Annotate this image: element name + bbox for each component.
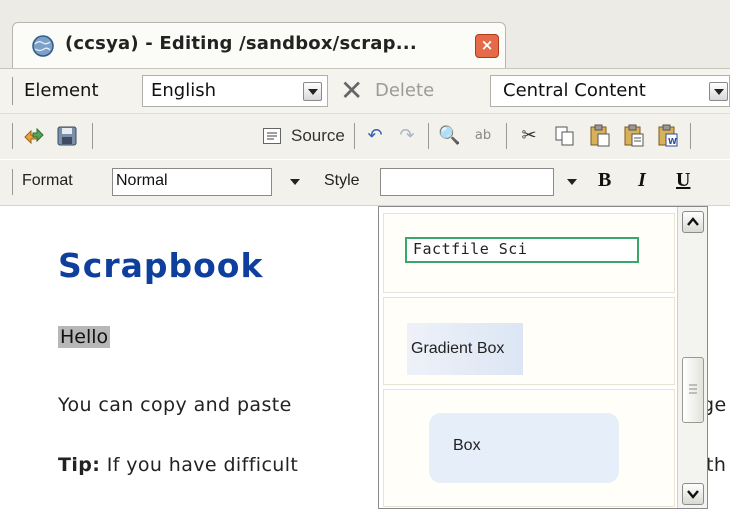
bold-button[interactable]: B (598, 169, 611, 192)
language-select[interactable]: English (142, 75, 328, 107)
italic-button[interactable]: I (638, 169, 646, 192)
toolbar-divider (506, 123, 507, 149)
save-icon[interactable] (56, 125, 78, 147)
tip-paragraph: Tip: If you have difficult (58, 454, 298, 476)
style-dropdown-button[interactable] (562, 168, 582, 196)
chevron-down-icon (567, 179, 577, 185)
style-dropdown-panel: Factfile Sci Gradient Box Box (378, 206, 708, 509)
page-heading: Scrapbook (58, 246, 264, 285)
tab-strip: (ccsya) - Editing /sandbox/scrap... × (0, 0, 730, 69)
publish-icon[interactable] (22, 125, 46, 147)
region-value: Central Content (503, 80, 646, 101)
cut-icon[interactable]: ✂ (518, 125, 540, 147)
redo-icon[interactable]: ↷ (396, 125, 418, 147)
scroll-down-button[interactable] (682, 483, 704, 505)
tab-title: (ccsya) - Editing /sandbox/scrap... (65, 33, 417, 54)
replace-icon[interactable]: ab (472, 125, 494, 147)
toolbar-divider (12, 77, 13, 105)
paragraph-tail: th (706, 454, 727, 476)
source-button[interactable]: Source (291, 126, 345, 146)
chevron-down-icon[interactable] (303, 82, 322, 101)
underline-button[interactable]: U (676, 169, 690, 192)
tip-label: Tip: (58, 454, 101, 476)
delete-x-icon[interactable]: ✕ (340, 76, 363, 106)
browser-tab[interactable]: (ccsya) - Editing /sandbox/scrap... × (12, 22, 506, 68)
paste-text-icon[interactable] (622, 124, 646, 148)
chevron-down-icon (687, 490, 699, 499)
format-dropdown-button[interactable] (282, 168, 310, 196)
find-icon[interactable]: 🔍 (438, 125, 460, 147)
svg-text:W: W (668, 137, 677, 146)
style-option-label: Box (453, 437, 481, 454)
format-select[interactable]: Normal (112, 168, 272, 196)
grip-icon (689, 384, 697, 394)
scrollbar[interactable] (677, 207, 707, 508)
style-select[interactable] (380, 168, 554, 196)
region-select[interactable]: Central Content (490, 75, 730, 107)
delete-button[interactable]: Delete (375, 80, 434, 101)
toolbar-divider (690, 123, 691, 149)
toolbar-divider (92, 123, 93, 149)
editor-toolbar: Source ↶ ↷ 🔍 ab ✂ W (0, 114, 730, 159)
toolbar-divider (12, 169, 13, 195)
format-label: Format (22, 172, 73, 189)
undo-icon[interactable]: ↶ (364, 125, 386, 147)
globe-icon (32, 35, 54, 57)
selected-text: Hello (58, 326, 111, 348)
chevron-down-icon (290, 179, 300, 185)
copy-icon[interactable] (554, 125, 576, 147)
toolbar-divider (428, 123, 429, 149)
paragraph-text: If you have difficult (100, 454, 299, 476)
toolbar-divider (12, 123, 13, 149)
style-option-label: Gradient Box (411, 340, 505, 357)
chevron-down-icon[interactable] (709, 82, 728, 101)
source-icon[interactable] (262, 126, 282, 146)
scroll-up-button[interactable] (682, 211, 704, 233)
toolbar-divider (354, 123, 355, 149)
paste-word-icon[interactable]: W (656, 124, 680, 148)
scroll-thumb[interactable] (682, 357, 704, 423)
paragraph-text: You can copy and paste (58, 394, 292, 416)
format-value: Normal (116, 172, 168, 189)
style-label: Style (324, 172, 360, 189)
format-toolbar: Format Normal Style B I U (0, 160, 730, 206)
paste-icon[interactable] (588, 124, 612, 148)
element-label: Element (24, 80, 99, 101)
close-tab-icon[interactable]: × (475, 34, 499, 58)
style-option-label: Factfile Sci (413, 240, 528, 258)
language-value: English (151, 80, 216, 101)
paragraph: You can copy and paste (58, 394, 292, 416)
chevron-up-icon (687, 217, 699, 226)
element-toolbar: Element English ✕ Delete Central Content (0, 69, 730, 114)
